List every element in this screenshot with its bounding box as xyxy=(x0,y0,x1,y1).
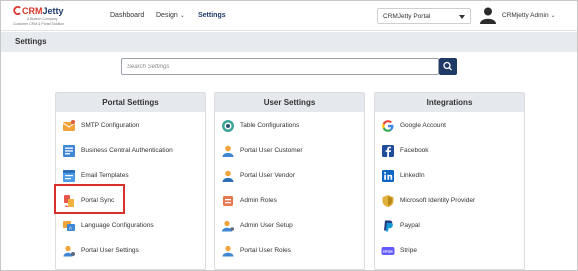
crmjetty-logo[interactable]: CRMJetty A Biztech Company Customer CRM … xyxy=(13,6,83,28)
facebook-icon xyxy=(382,145,394,157)
settings-item-admin-roles[interactable]: Admin Roles xyxy=(221,191,359,211)
item-label: Portal Sync xyxy=(81,197,115,204)
email-template-icon xyxy=(63,170,75,182)
linkedin-icon xyxy=(382,170,394,182)
paypal-icon xyxy=(384,220,393,232)
item-label: Facebook xyxy=(400,147,429,154)
user-name: CRMjetty Admin xyxy=(502,12,549,19)
language-icon: A xyxy=(63,221,75,231)
item-label: Portal User Vendor xyxy=(240,172,295,179)
portal-settings-card: Portal Settings SMTP Configuration Busin… xyxy=(55,92,206,270)
integration-item-stripe[interactable]: stripe Stripe xyxy=(381,241,519,261)
item-label: Portal User Settings xyxy=(81,247,139,254)
settings-item-business-central-authentication[interactable]: Business Central Authentication xyxy=(62,141,200,161)
svg-text:A: A xyxy=(69,226,72,231)
settings-item-portal-sync[interactable]: Portal Sync xyxy=(62,191,200,211)
integration-item-google-account[interactable]: Google Account xyxy=(381,116,519,136)
search-button[interactable] xyxy=(439,58,457,75)
logo-tagline-secondary: Customer CRM & Portal Solution xyxy=(13,22,65,26)
item-label: Table Configurations xyxy=(240,122,300,129)
logo-mark-icon xyxy=(13,6,21,15)
item-label: Admin User Setup xyxy=(240,222,293,229)
settings-item-portal-user-settings[interactable]: Portal User Settings xyxy=(62,241,200,261)
item-label: Email Templates xyxy=(81,172,129,179)
item-label: Portal User Roles xyxy=(240,247,291,254)
auth-icon xyxy=(63,145,75,157)
settings-item-portal-user-roles[interactable]: Portal User Roles xyxy=(221,241,359,261)
settings-item-admin-user-setup[interactable]: Admin User Setup xyxy=(221,216,359,236)
nav-design-label: Design xyxy=(156,12,178,19)
nav-dashboard[interactable]: Dashboard xyxy=(110,12,144,19)
user-menu[interactable]: CRMjetty Admin ⌄ xyxy=(502,12,556,19)
microsoft-icon xyxy=(382,195,394,207)
user-roles-icon xyxy=(222,245,234,257)
settings-item-portal-user-customer[interactable]: Portal User Customer xyxy=(221,141,359,161)
settings-item-table-configurations[interactable]: Table Configurations xyxy=(221,116,359,136)
integrations-card: Integrations Google Account Facebook Lin… xyxy=(374,92,525,270)
stripe-icon: stripe xyxy=(381,247,395,255)
item-label: Business Central Authentication xyxy=(81,147,173,154)
item-label: Google Account xyxy=(400,122,446,129)
search-icon xyxy=(443,61,452,71)
page-title: Settings xyxy=(15,37,47,46)
google-icon xyxy=(382,120,394,132)
portal-select[interactable]: CRMJetty Portal xyxy=(377,8,471,24)
svg-text:stripe: stripe xyxy=(383,250,393,254)
item-label: Microsoft Identity Provider xyxy=(400,197,476,204)
nav-settings-label: Settings xyxy=(198,12,226,19)
user-avatar-icon[interactable] xyxy=(479,6,497,24)
app-window: CRMJetty A Biztech Company Customer CRM … xyxy=(0,0,578,271)
chevron-down-icon: ⌄ xyxy=(550,13,556,19)
item-label: Portal User Customer xyxy=(240,147,303,154)
user-settings-card: User Settings Table Configurations Porta… xyxy=(214,92,365,270)
admin-roles-icon xyxy=(223,196,233,206)
mail-icon xyxy=(62,120,76,131)
sync-icon xyxy=(64,195,74,207)
chevron-down-icon: ⌄ xyxy=(179,13,185,19)
card-title: User Settings xyxy=(215,93,364,112)
nav-dashboard-label: Dashboard xyxy=(110,12,145,19)
user-settings-icon xyxy=(63,245,75,257)
settings-item-language-configurations[interactable]: A Language Configurations xyxy=(62,216,200,236)
user-customer-icon xyxy=(222,145,234,157)
settings-item-portal-user-vendor[interactable]: Portal User Vendor xyxy=(221,166,359,186)
logo-tagline: A Biztech Company xyxy=(27,17,58,21)
integration-item-linkedin[interactable]: LinkedIn xyxy=(381,166,519,186)
integration-item-paypal[interactable]: Paypal xyxy=(381,216,519,236)
logo-wordmark: CRMJetty xyxy=(13,6,64,16)
item-label: Admin Roles xyxy=(240,197,277,204)
settings-item-smtp-configuration[interactable]: SMTP Configuration xyxy=(62,116,200,136)
item-label: SMTP Configuration xyxy=(81,122,140,129)
user-vendor-icon xyxy=(222,170,234,182)
item-label: LinkedIn xyxy=(400,172,425,179)
settings-item-email-templates[interactable]: Email Templates xyxy=(62,166,200,186)
nav-settings[interactable]: Settings xyxy=(198,12,226,19)
search-input[interactable] xyxy=(121,58,439,75)
card-title: Portal Settings xyxy=(56,93,205,112)
item-label: Stripe xyxy=(400,247,417,254)
integration-item-facebook[interactable]: Facebook xyxy=(381,141,519,161)
nav-design[interactable]: Design ⌄ xyxy=(156,12,185,19)
item-label: Paypal xyxy=(400,222,420,229)
card-title: Integrations xyxy=(375,93,524,112)
table-config-icon xyxy=(222,120,234,132)
item-label: Language Configurations xyxy=(81,222,154,229)
portal-select-value: CRMJetty Portal xyxy=(383,13,431,20)
caret-down-icon xyxy=(459,15,465,19)
top-navbar: CRMJetty A Biztech Company Customer CRM … xyxy=(1,1,577,31)
page-title-bar xyxy=(1,32,577,52)
admin-setup-icon xyxy=(222,220,234,232)
integration-item-microsoft-identity-provider[interactable]: Microsoft Identity Provider xyxy=(381,191,519,211)
